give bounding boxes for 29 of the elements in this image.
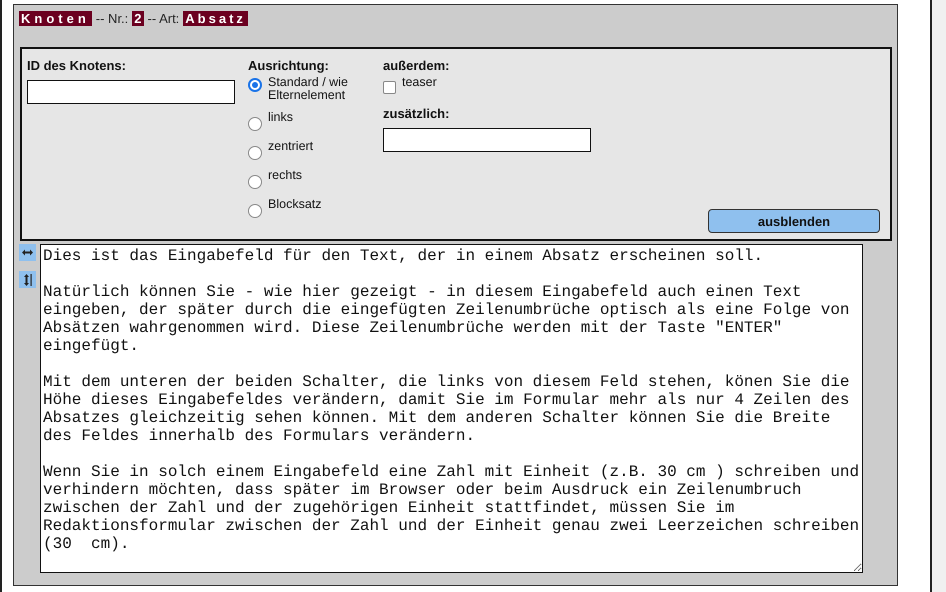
text-area[interactable]: Dies ist das Eingabefeld für den Text, der in einem Absatz erscheinen soll. Natürlich können Sie - wie hier gezeigt - in diesem Eingabefeld auch einen Text eingeben, der später durch die eingefügten Zeilenumbrüche optisch als eine Folge von Absätzen wahrgenommen wird. Diese Zeilenumbrüche werden mit der Taste "ENTER" eingefügt. Mit dem unteren der beiden Schalter, die links von diesem Feld stehen, könen Sie die Höhe dieses Eingabefeldes verändern, damit Sie im Formular mehr als nur 4 Zeilen des Absatzes gleichzeitig sehen können. Mit dem anderen Schalter können Sie die Breite des Feldes innerhalb des Formulars verändern. Wenn Sie in solch einem Eingabefeld eine Zahl mit Einheit (z.B. 30 cm ) schreiben und verhindern möchten, dass später im Browser oder beim Ausdruck ein Zeilenumbruch zwischen der Zahl und der zugehörigen Einheit stattfindet, müssen Sie im Redaktionsformular zwischen der Zahl und der Einheit genau zwei Leerzeichen schreiben (30 cm).: [40, 244, 863, 573]
additional-input[interactable]: [383, 128, 591, 152]
nr-label: -- Nr.:: [96, 11, 128, 26]
horizontal-arrows-icon: [22, 249, 33, 256]
node-type: Absatz: [183, 11, 248, 26]
radio-label: rechts: [268, 169, 304, 182]
radio-button[interactable]: [248, 117, 262, 131]
width-toggle-button[interactable]: [19, 244, 36, 261]
type-label: -- Art:: [148, 11, 180, 26]
radio-label: Blocksatz: [268, 198, 322, 211]
additional-label: zusätzlich:: [383, 106, 450, 122]
extras-label: außerdem:: [383, 58, 450, 74]
node-number: 2: [132, 11, 144, 26]
node-label: Knoten: [19, 11, 92, 26]
checkbox[interactable]: [383, 81, 396, 94]
alignment-label: Ausrichtung:: [248, 58, 330, 74]
radio-button[interactable]: [248, 204, 262, 218]
id-label: ID des Knotens:: [27, 58, 127, 74]
radio-label: zentriert: [268, 140, 314, 153]
radio-button[interactable]: [248, 175, 262, 189]
vertical-arrows-icon: [24, 274, 32, 286]
checkbox-label: teaser: [402, 76, 438, 89]
radio-button[interactable]: [248, 78, 262, 92]
radio-button[interactable]: [248, 146, 262, 160]
hide-button[interactable]: ausblenden: [708, 209, 880, 233]
radio-label: Standard / wie Elternelement: [268, 76, 349, 102]
id-input[interactable]: [27, 80, 235, 104]
radio-label: links: [268, 111, 294, 124]
height-toggle-button[interactable]: [19, 271, 36, 288]
